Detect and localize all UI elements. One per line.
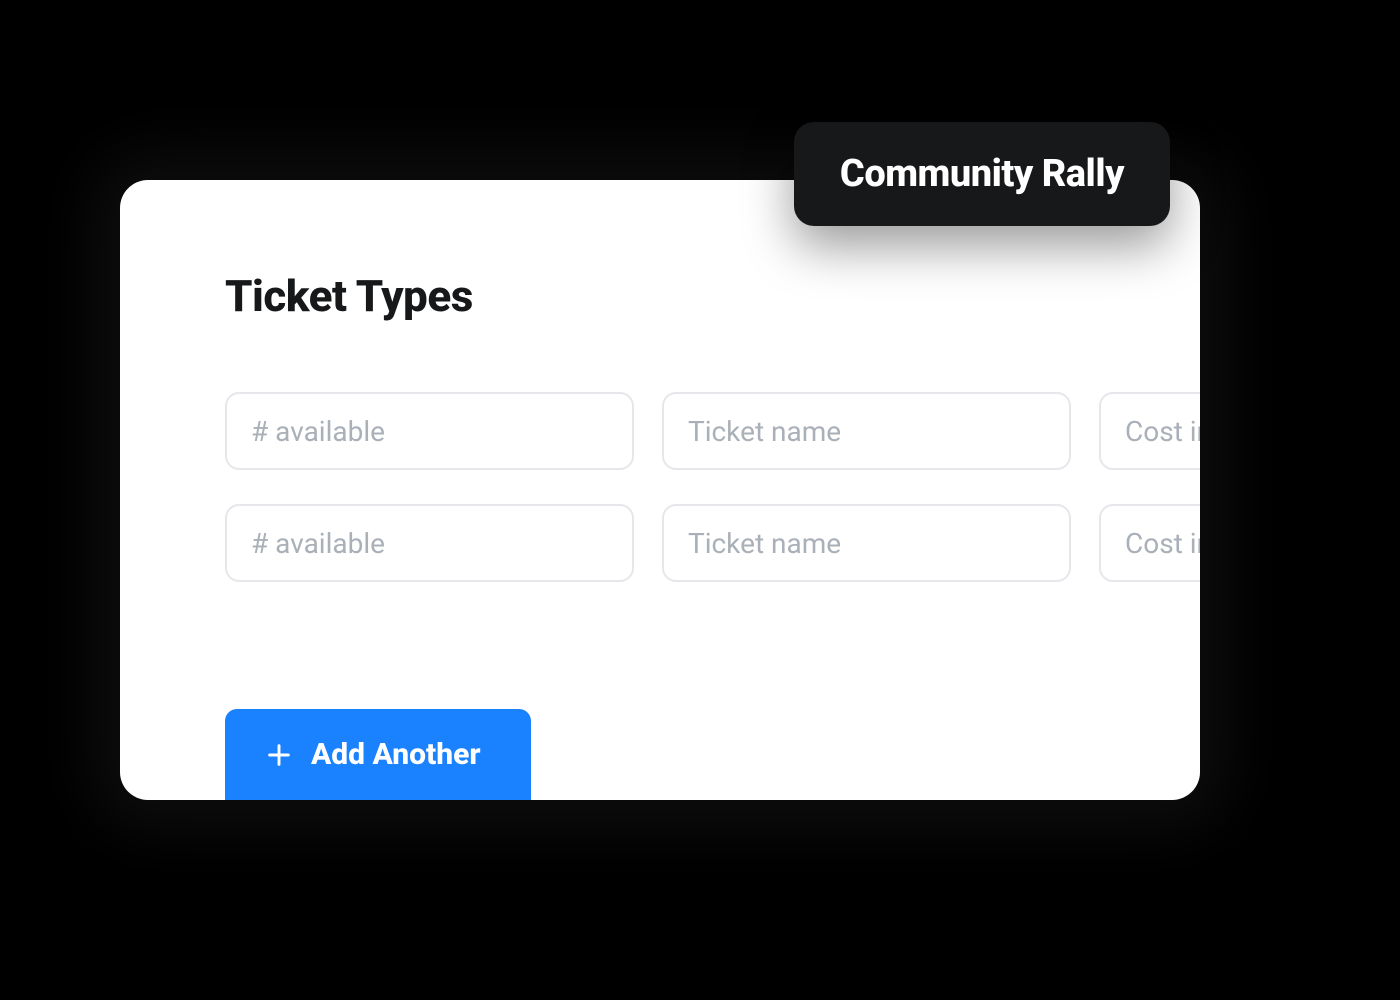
card-title: Ticket Types <box>225 270 1095 322</box>
ticket-card-wrapper: Ticket Types Add Another Community Rally <box>120 180 1200 800</box>
cost-input[interactable] <box>1099 504 1200 582</box>
ticket-name-input[interactable] <box>662 392 1071 470</box>
ticket-row <box>225 504 1095 582</box>
cost-input[interactable] <box>1099 392 1200 470</box>
add-another-label: Add Another <box>311 737 481 772</box>
event-badge-label: Community Rally <box>840 152 1124 196</box>
ticket-row <box>225 392 1095 470</box>
available-input[interactable] <box>225 504 634 582</box>
available-input[interactable] <box>225 392 634 470</box>
event-badge: Community Rally <box>794 122 1170 226</box>
ticket-types-card: Ticket Types Add Another <box>120 180 1200 800</box>
add-another-button[interactable]: Add Another <box>225 709 531 800</box>
ticket-name-input[interactable] <box>662 504 1071 582</box>
plus-icon <box>265 741 293 769</box>
